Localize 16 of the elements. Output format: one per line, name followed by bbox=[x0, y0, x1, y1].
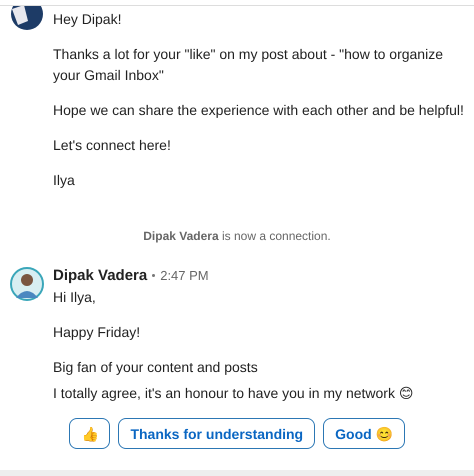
message-text: Hope we can share the experience with each other and be helpful! bbox=[53, 101, 465, 120]
message-text: Ilya bbox=[53, 171, 76, 190]
message-text: Happy Friday! bbox=[53, 323, 142, 342]
message-text: Hey Dipak! bbox=[53, 10, 122, 29]
message-text: Thanks a lot for your "like" on my post about - "how to organize your Gmail Inbox" bbox=[53, 45, 444, 85]
avatar bbox=[10, 267, 44, 301]
message-time: 2:47 PM bbox=[160, 268, 209, 283]
quick-reply-button[interactable]: Thanks for understanding bbox=[118, 418, 316, 449]
sender-name[interactable]: Dipak Vadera bbox=[53, 267, 148, 284]
message-text: Big fan of your content and posts bbox=[53, 358, 259, 377]
connection-notice: Dipak Vadera is now a connection. bbox=[142, 229, 332, 243]
avatar bbox=[10, 6, 44, 31]
message-text: Hi Ilya, bbox=[53, 288, 97, 307]
message-text: I totally agree, it's an honour to have you in my network 😊 bbox=[53, 384, 414, 403]
quick-reply-button[interactable]: Good 😊 bbox=[323, 418, 405, 449]
message-text: Let's connect here! bbox=[53, 136, 172, 155]
